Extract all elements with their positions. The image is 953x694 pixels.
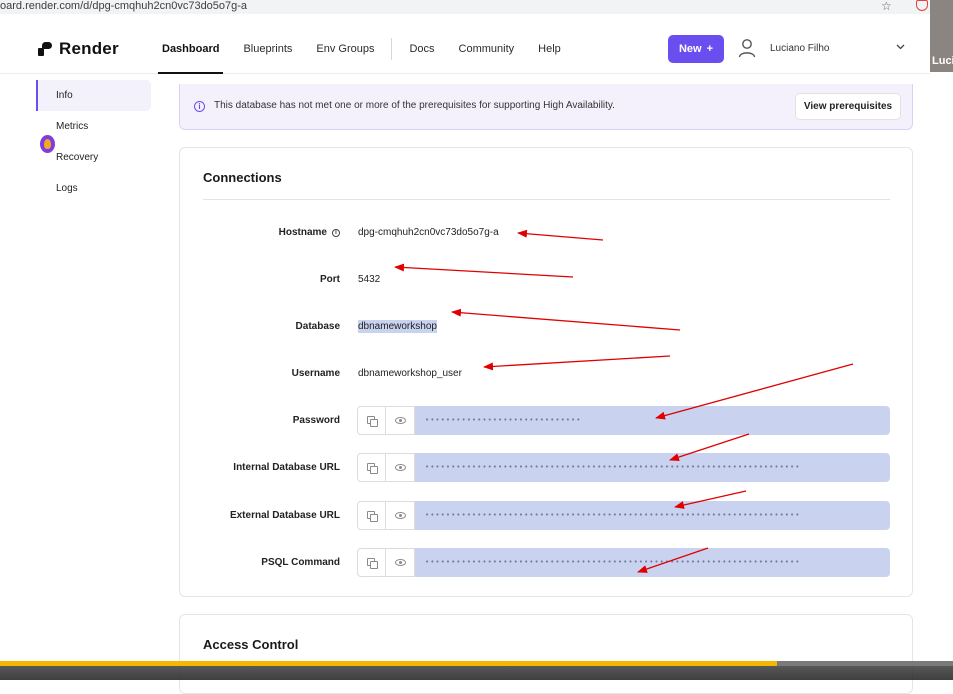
new-button[interactable]: New + (668, 35, 724, 63)
internal-url-masked-value[interactable]: ••••••••••••••••••••••••••••••••••••••••… (415, 453, 890, 482)
copy-internal-url-button[interactable] (357, 453, 386, 482)
internal-url-field: ••••••••••••••••••••••••••••••••••••••••… (357, 453, 890, 482)
info-icon[interactable]: i (332, 229, 340, 237)
reveal-password-button[interactable] (386, 406, 415, 435)
user-avatar-icon (738, 39, 756, 58)
bookmark-star-icon[interactable]: ☆ (881, 0, 892, 13)
sidebar-item-logs[interactable]: Logs (36, 173, 154, 204)
username-value[interactable]: dbnameworkshop_user (358, 368, 462, 379)
copy-icon (366, 415, 378, 427)
reveal-internal-url-button[interactable] (386, 453, 415, 482)
external-url-label: External Database URL (229, 510, 340, 521)
hostname-label: Hostname i (279, 227, 340, 238)
render-logo[interactable]: Render (38, 39, 119, 59)
nav-community[interactable]: Community (447, 24, 527, 74)
password-label: Password (292, 415, 340, 426)
psql-command-field: ••••••••••••••••••••••••••••••••••••••••… (357, 548, 890, 577)
nav-links: Dashboard Blueprints Env Groups Docs Com… (150, 24, 573, 74)
reveal-external-url-button[interactable] (386, 501, 415, 530)
password-field: •••••••••••••••••••••••••••••• (357, 406, 890, 435)
port-value[interactable]: 5432 (358, 274, 380, 285)
nav-blueprints[interactable]: Blueprints (231, 24, 304, 74)
password-masked-value[interactable]: •••••••••••••••••••••••••••••• (415, 406, 890, 435)
nav-divider (391, 38, 393, 60)
copy-icon (366, 557, 378, 569)
firefox-extension-icon[interactable] (40, 135, 55, 153)
top-navigation: Render Dashboard Blueprints Env Groups D… (0, 24, 930, 74)
user-menu[interactable]: Luciano Filho (738, 38, 829, 58)
eye-icon (394, 464, 406, 471)
database-label: Database (295, 321, 340, 332)
sidebar-item-metrics[interactable]: Metrics (36, 111, 154, 142)
participant-video-tile: Luci (930, 0, 953, 72)
database-value[interactable]: dbnameworkshop (358, 320, 437, 333)
user-name: Luciano Filho (770, 42, 830, 54)
psql-command-masked-value[interactable]: ••••••••••••••••••••••••••••••••••••••••… (415, 548, 890, 577)
sidebar-item-info[interactable]: Info (36, 80, 151, 111)
external-url-masked-value[interactable]: ••••••••••••••••••••••••••••••••••••••••… (415, 501, 890, 530)
hostname-value[interactable]: dpg-cmqhuh2cn0vc73do5o7g-a (358, 227, 499, 238)
eye-icon (394, 512, 406, 519)
info-icon: i (194, 101, 205, 112)
participant-name: Luci (932, 55, 953, 67)
banner-text: This database has not met one or more of… (214, 100, 615, 111)
port-label: Port (320, 274, 340, 285)
nav-dashboard[interactable]: Dashboard (150, 24, 231, 74)
connections-card: Connections Hostname i dpg-cmqhuh2cn0vc73… (179, 147, 913, 597)
eye-icon (394, 559, 406, 566)
copy-external-url-button[interactable] (357, 501, 386, 530)
nav-help[interactable]: Help (526, 24, 573, 74)
username-label: Username (291, 368, 340, 379)
new-button-label: New (678, 43, 702, 55)
internal-url-label: Internal Database URL (233, 462, 340, 473)
access-control-card: Access Control (179, 614, 913, 694)
copy-icon (366, 462, 378, 474)
eye-icon (394, 417, 406, 424)
chevron-down-icon[interactable] (896, 42, 905, 52)
high-availability-banner: i This database has not met one or more … (179, 84, 913, 130)
pocket-extension-icon[interactable] (916, 0, 928, 11)
copy-password-button[interactable] (357, 406, 386, 435)
render-logo-icon (38, 42, 52, 56)
nav-env-groups[interactable]: Env Groups (304, 24, 386, 74)
external-url-field: ••••••••••••••••••••••••••••••••••••••••… (357, 501, 890, 530)
reveal-psql-command-button[interactable] (386, 548, 415, 577)
nav-docs[interactable]: Docs (397, 24, 446, 74)
copy-psql-command-button[interactable] (357, 548, 386, 577)
url-text[interactable]: oard.render.com/d/dpg-cmqhuh2cn0vc73do5o… (0, 0, 247, 13)
browser-address-bar[interactable]: oard.render.com/d/dpg-cmqhuh2cn0vc73do5o… (0, 0, 930, 14)
video-controls-strip (0, 666, 953, 680)
psql-command-label: PSQL Command (261, 557, 340, 568)
connections-title: Connections (203, 170, 282, 185)
divider (203, 199, 890, 200)
brand-name: Render (59, 39, 119, 58)
access-control-title: Access Control (203, 637, 299, 652)
view-prerequisites-button[interactable]: View prerequisites (795, 93, 901, 120)
copy-icon (366, 510, 378, 522)
plus-icon: + (706, 43, 714, 55)
